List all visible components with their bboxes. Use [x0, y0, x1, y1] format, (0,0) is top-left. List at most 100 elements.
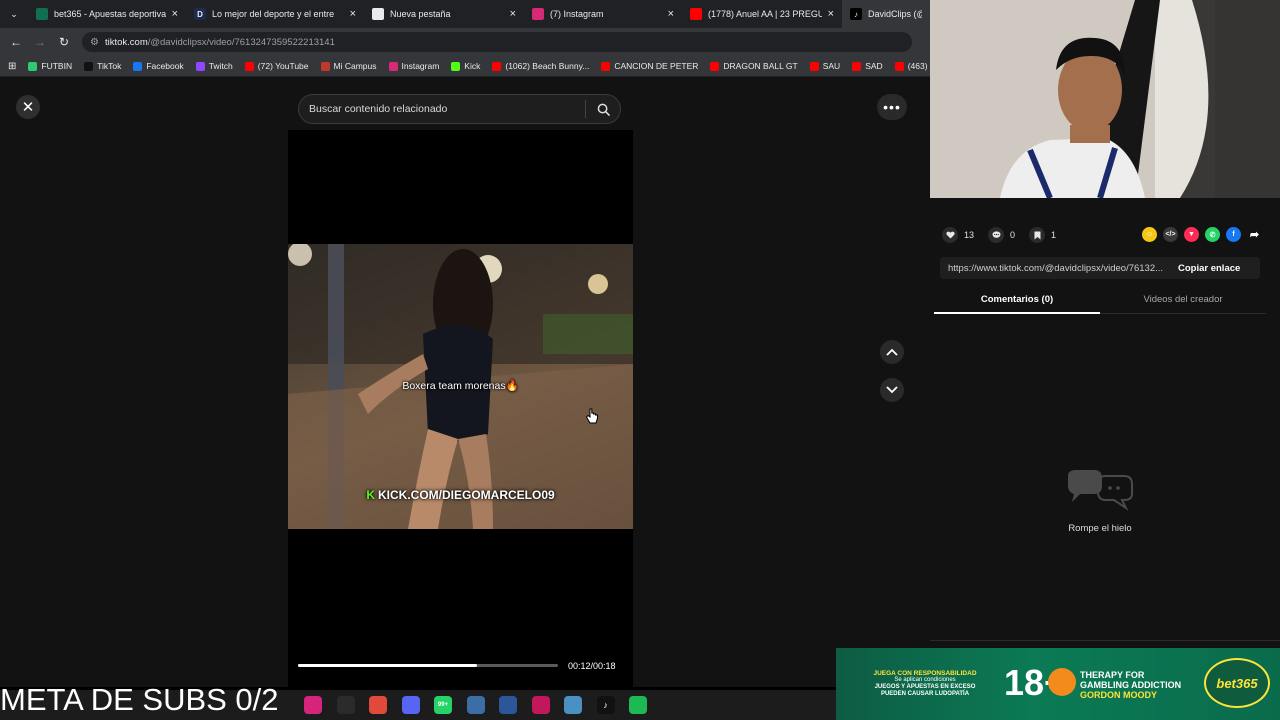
share-arrow-icon[interactable]: ➦ [1247, 227, 1262, 242]
tab-strip: ⌄ bet365 - Apuestas deportivas en × D Lo me… [0, 0, 930, 28]
whatsapp-share-icon[interactable]: ✆ [1205, 227, 1220, 242]
embed-code-icon[interactable]: </> [1163, 227, 1178, 242]
browser-tab[interactable]: Nueva pestaña × [364, 0, 524, 28]
forward-arrow-icon[interactable]: → [28, 35, 52, 49]
bookmark-label: Kick [464, 61, 481, 71]
app-blue-icon[interactable] [564, 696, 582, 714]
discord-icon[interactable] [401, 696, 420, 714]
bookmark-label: (72) YouTube [257, 61, 309, 71]
bookmark-item[interactable]: Facebook [133, 61, 184, 71]
webcam-image [930, 0, 1280, 198]
bookmark-item[interactable]: SAD [852, 61, 883, 71]
tab-close-icon[interactable]: × [350, 8, 356, 20]
address-path: /@davidclipsx/video/7613247359522213141 [147, 36, 335, 48]
app-pink-icon[interactable] [304, 696, 322, 714]
tab-comments[interactable]: Comentarios (0) [934, 290, 1100, 314]
bookmark-label: TikTok [97, 61, 122, 71]
panel-tabs: Comentarios (0) Videos del creador [934, 290, 1266, 314]
browser-tab[interactable]: bet365 - Apuestas deportivas en × [28, 0, 186, 28]
word-icon[interactable] [499, 696, 517, 714]
ad-line-4: PUEDEN CAUSAR LUDOPATÍA [880, 691, 970, 697]
chevron-down-icon [886, 386, 898, 394]
hand-cursor-icon [585, 408, 598, 424]
video-caption: Boxera team morenas🔥 [402, 380, 519, 392]
tab-search-chevron-icon[interactable]: ⌄ [0, 0, 28, 28]
bookmark-favicon-icon [133, 61, 143, 71]
next-video-button[interactable] [880, 378, 904, 402]
browser-tab[interactable]: ♪ DavidClips (@davidclips [842, 0, 930, 28]
app-pink2-icon[interactable] [531, 696, 550, 714]
address-host: tiktok.com [104, 36, 148, 48]
video-timecode: 00:12/00:18 [568, 661, 616, 671]
close-icon: ✕ [21, 99, 35, 116]
like-button[interactable]: 13 [942, 227, 974, 243]
video-progress-bar[interactable] [298, 664, 558, 667]
bookmark-item[interactable]: CANCION DE PETER [601, 61, 698, 71]
copy-link-button[interactable]: Copiar enlace [1172, 263, 1240, 274]
tab-close-icon[interactable]: × [828, 8, 834, 20]
apps-grid-icon[interactable]: ⊞ [8, 61, 16, 72]
search-button[interactable] [586, 103, 620, 116]
tab-favicon-icon [690, 8, 702, 20]
bookmark-favicon-icon [388, 61, 398, 71]
tab-favicon-icon [532, 8, 544, 20]
tab-favicon-icon [372, 8, 384, 20]
browser-tab[interactable]: D Lo mejor del deporte y el entre × [186, 0, 364, 28]
calculator-icon[interactable] [466, 696, 485, 714]
browser-tab[interactable]: (1778) Anuel AA | 23 PREGUNTA × [682, 0, 842, 28]
whatsapp-icon[interactable]: 99+ [434, 696, 452, 714]
ad-therapy-text: THERAPY FOR GAMBLING ADDICTION GORDON MO… [1080, 670, 1181, 700]
save-count: 1 [1051, 230, 1057, 240]
bookmark-item[interactable]: SAU [809, 61, 841, 71]
more-dots-icon: ••• [883, 99, 901, 115]
browser-tab[interactable]: (7) Instagram × [524, 0, 682, 28]
previous-video-button[interactable] [880, 340, 904, 364]
bookmark-item[interactable]: (1062) Beach Bunny... [492, 61, 589, 71]
bookmark-item[interactable]: Instagram [388, 61, 439, 71]
save-button[interactable]: 1 [1029, 227, 1056, 243]
reload-icon[interactable]: ↻ [52, 35, 76, 49]
tab-title: (1778) Anuel AA | 23 PREGUNTA [708, 9, 822, 19]
tab-close-icon[interactable]: × [510, 8, 516, 20]
bookmark-label: SAU [822, 61, 841, 71]
tab-creator-videos[interactable]: Videos del creador [1100, 290, 1266, 313]
chrome-icon[interactable] [369, 696, 387, 714]
address-bar[interactable]: ⚙ tiktok.com/@davidclipsx/video/76132473… [82, 32, 912, 52]
bookmark-item[interactable]: (463) James Arth [894, 61, 930, 71]
tab-title: DavidClips (@davidclips [868, 9, 922, 19]
bookmark-item[interactable]: Kick [451, 61, 480, 71]
taskbar-icons: 99+ ♪ [304, 696, 662, 714]
bookmark-favicon-icon [244, 61, 254, 71]
ad-therapy-line-1: THERAPY FOR [1080, 670, 1145, 680]
ad-therapy-line-3: GORDON MOODY [1080, 690, 1158, 700]
ad-responsibility-text: JUEGA CON RESPONSABILIDAD Se aplican con… [846, 670, 1004, 698]
related-search-input[interactable] [299, 103, 585, 115]
ad-therapy-line-2: GAMBLING ADDICTION [1080, 680, 1182, 690]
tab-close-icon[interactable]: × [172, 8, 178, 20]
spotify-icon[interactable] [629, 696, 647, 714]
kick-watermark: K KICK.COM/DIEGOMARCELO09 [288, 488, 633, 502]
video-link-text[interactable]: https://www.tiktok.com/@davidclipsx/vide… [940, 263, 1172, 274]
comment-button[interactable]: 0 [988, 227, 1015, 243]
facebook-share-icon[interactable]: f [1226, 227, 1241, 242]
tab-close-icon[interactable]: × [668, 8, 674, 20]
ad-line-3: JUEGOS Y APUESTAS EN EXCESO [874, 684, 976, 690]
empty-comments-icon [1068, 470, 1133, 511]
bookmark-item[interactable]: (72) YouTube [244, 61, 309, 71]
share-friends-icon[interactable]: ☺ [1142, 227, 1157, 242]
close-video-button[interactable]: ✕ [16, 95, 40, 119]
bookmark-item[interactable]: Mi Campus [320, 61, 377, 71]
app-steam-icon[interactable] [336, 696, 355, 714]
site-info-icon[interactable]: ⚙ [90, 37, 99, 48]
bookmark-item[interactable]: FUTBIN [28, 61, 72, 71]
share-tiktok-friends-icon[interactable]: ▼ [1184, 227, 1199, 242]
bookmark-label: SAD [865, 61, 883, 71]
bookmark-item[interactable]: TikTok [84, 61, 121, 71]
bookmark-label: (1062) Beach Bunny... [505, 61, 590, 71]
bookmark-item[interactable]: Twitch [195, 61, 233, 71]
bookmark-item[interactable]: DRAGON BALL GT [710, 61, 798, 71]
tiktok-icon[interactable]: ♪ [596, 696, 615, 714]
engagement-stats: 13 0 1 [942, 226, 1070, 244]
more-options-button[interactable]: ••• [877, 94, 907, 120]
back-arrow-icon[interactable]: ← [4, 35, 28, 49]
